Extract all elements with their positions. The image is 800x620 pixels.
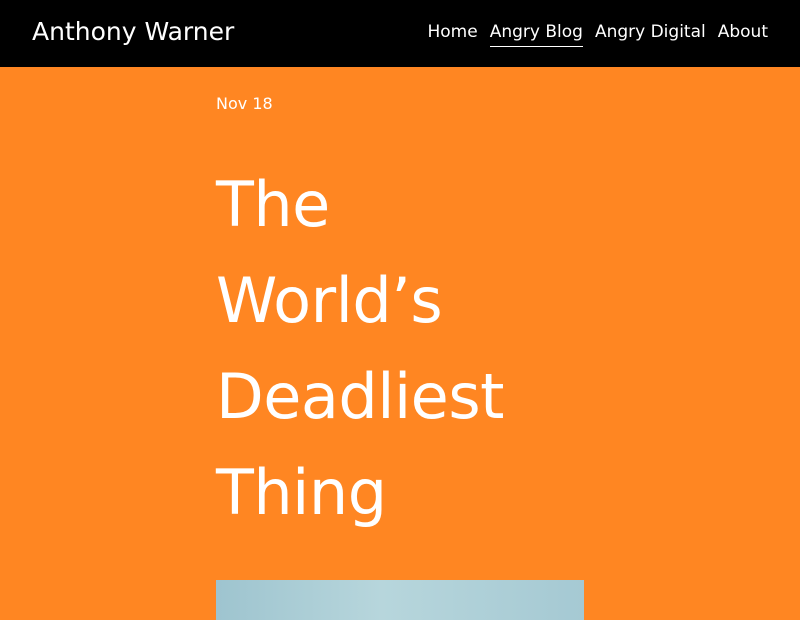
blog-post: Nov 18 The World’s Deadliest Thing	[216, 92, 586, 541]
nav-link-home[interactable]: Home	[428, 20, 478, 47]
main-nav: Home Angry Blog Angry Digital About	[428, 20, 768, 47]
post-title-line: Deadliest	[216, 360, 504, 433]
post-title-line: The	[216, 168, 330, 241]
site-header: Anthony Warner Home Angry Blog Angry Dig…	[0, 0, 800, 67]
post-title-line: Thing	[216, 456, 387, 529]
nav-link-angry-blog[interactable]: Angry Blog	[489, 20, 583, 47]
nav-link-about[interactable]: About	[718, 20, 768, 47]
post-date: Nov 18	[216, 94, 273, 113]
nav-link-angry-digital[interactable]: Angry Digital	[595, 20, 706, 47]
post-title-line: World’s	[216, 264, 443, 337]
post-hero-image	[216, 580, 584, 620]
post-title: The World’s Deadliest Thing	[216, 157, 586, 541]
site-title-link[interactable]: Anthony Warner	[32, 16, 234, 48]
